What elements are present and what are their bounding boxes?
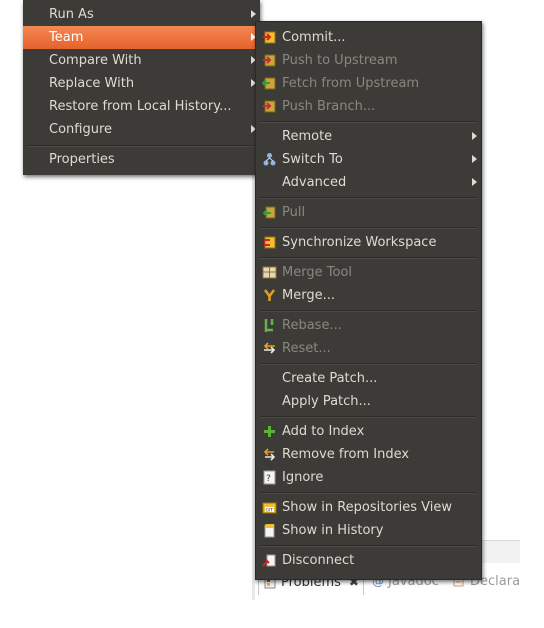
- rebase-icon: [264, 319, 274, 332]
- menu-item-label: Advanced: [282, 175, 347, 190]
- menu-item-label: Disconnect: [282, 553, 355, 568]
- menu-separator: [260, 492, 477, 493]
- menu-separator: [260, 416, 477, 417]
- submenu-arrow-icon: [472, 178, 477, 186]
- menu-item-label: Properties: [49, 152, 115, 167]
- menu-item-remote[interactable]: Remote: [256, 125, 481, 148]
- commit-icon: [263, 31, 276, 44]
- menu-item-add-to-index[interactable]: Add to Index: [256, 420, 481, 443]
- merge-tool-icon: [262, 266, 277, 279]
- menu-item-merge[interactable]: Merge...: [256, 284, 481, 307]
- add-icon: [264, 426, 275, 437]
- menu-separator: [260, 121, 477, 122]
- menu-separator: [260, 227, 477, 228]
- menu-item-push-branch[interactable]: Push Branch...: [256, 95, 481, 118]
- submenu-arrow-icon: [472, 155, 477, 163]
- synchronize-icon: [264, 236, 276, 249]
- menu-item-label: Remote: [282, 129, 333, 144]
- menu-separator: [260, 197, 477, 198]
- menu-item-label: Show in Repositories View: [282, 500, 452, 515]
- menu-item-label: Reset...: [282, 341, 331, 356]
- menu-item-properties[interactable]: Properties: [23, 148, 260, 171]
- menu-item-remove-from-index[interactable]: Remove from Index: [256, 443, 481, 466]
- repositories-icon: GIT: [262, 502, 277, 514]
- menu-item-label: Ignore: [282, 470, 324, 485]
- menu-item-reset[interactable]: Reset...: [256, 337, 481, 360]
- disconnect-icon: [262, 554, 276, 567]
- history-icon: [264, 524, 275, 538]
- svg-text:?: ?: [266, 474, 271, 484]
- menu-item-label: Add to Index: [282, 424, 365, 439]
- menu-item-fetch-upstream[interactable]: Fetch from Upstream: [256, 72, 481, 95]
- push-icon: [263, 54, 276, 67]
- menu-item-label: Restore from Local History...: [49, 99, 232, 114]
- team-submenu: Commit... Push to Upstream Fetch from Up…: [255, 21, 482, 580]
- menu-item-switch-to[interactable]: Switch To: [256, 148, 481, 171]
- push-branch-icon: [263, 100, 276, 113]
- menu-item-label: Team: [49, 30, 84, 45]
- menu-separator: [260, 257, 477, 258]
- switch-branch-icon: [263, 153, 276, 166]
- menu-item-label: Push to Upstream: [282, 53, 398, 68]
- menu-item-compare-with[interactable]: Compare With: [23, 49, 260, 72]
- menu-item-label: Apply Patch...: [282, 394, 371, 409]
- menu-item-disconnect[interactable]: Disconnect: [256, 549, 481, 572]
- menu-item-show-repositories[interactable]: GIT Show in Repositories View: [256, 496, 481, 519]
- menu-separator: [260, 545, 477, 546]
- menu-item-label: Synchronize Workspace: [282, 235, 437, 250]
- menu-item-apply-patch[interactable]: Apply Patch...: [256, 390, 481, 413]
- svg-text:GIT: GIT: [266, 508, 274, 514]
- submenu-arrow-icon: [472, 132, 477, 140]
- menu-item-label: Merge Tool: [282, 265, 352, 280]
- menu-item-label: Pull: [282, 205, 306, 220]
- menu-item-label: Fetch from Upstream: [282, 76, 420, 91]
- menu-item-label: Rebase...: [282, 318, 342, 333]
- ignore-icon: ?: [263, 470, 276, 485]
- menu-item-run-as[interactable]: Run As: [23, 3, 260, 26]
- menu-item-restore-history[interactable]: Restore from Local History...: [23, 95, 260, 118]
- menu-item-label: Configure: [49, 122, 113, 137]
- menu-separator: [260, 363, 477, 364]
- menu-item-merge-tool[interactable]: Merge Tool: [256, 261, 481, 284]
- menu-item-label: Commit...: [282, 30, 346, 45]
- menu-item-rebase[interactable]: Rebase...: [256, 314, 481, 337]
- menu-item-synchronize[interactable]: Synchronize Workspace: [256, 231, 481, 254]
- menu-item-label: Create Patch...: [282, 371, 378, 386]
- reset-icon: [263, 342, 276, 354]
- menu-item-push-upstream[interactable]: Push to Upstream: [256, 49, 481, 72]
- menu-item-advanced[interactable]: Advanced: [256, 171, 481, 194]
- menu-item-create-patch[interactable]: Create Patch...: [256, 367, 481, 390]
- remove-index-icon: [263, 448, 276, 461]
- context-menu: Run As Team Compare With Replace With Re…: [23, 0, 260, 175]
- submenu-arrow-icon: [251, 10, 256, 18]
- menu-item-ignore[interactable]: ? Ignore: [256, 466, 481, 489]
- menu-separator: [27, 145, 256, 146]
- menu-item-configure[interactable]: Configure: [23, 118, 260, 141]
- menu-item-label: Push Branch...: [282, 99, 376, 114]
- menu-item-label: Compare With: [49, 53, 142, 68]
- menu-item-label: Replace With: [49, 76, 135, 91]
- fetch-icon: [262, 77, 276, 90]
- menu-item-label: Run As: [49, 7, 94, 22]
- menu-item-team[interactable]: Team: [23, 26, 260, 49]
- menu-item-label: Merge...: [282, 288, 335, 303]
- menu-item-commit[interactable]: Commit...: [256, 26, 481, 49]
- pull-icon: [262, 206, 276, 219]
- menu-item-label: Show in History: [282, 523, 384, 538]
- merge-icon: [264, 289, 275, 301]
- menu-separator: [260, 310, 477, 311]
- menu-item-replace-with[interactable]: Replace With: [23, 72, 260, 95]
- menu-item-label: Switch To: [282, 152, 343, 167]
- menu-item-label: Remove from Index: [282, 447, 410, 462]
- menu-item-show-history[interactable]: Show in History: [256, 519, 481, 542]
- menu-item-pull[interactable]: Pull: [256, 201, 481, 224]
